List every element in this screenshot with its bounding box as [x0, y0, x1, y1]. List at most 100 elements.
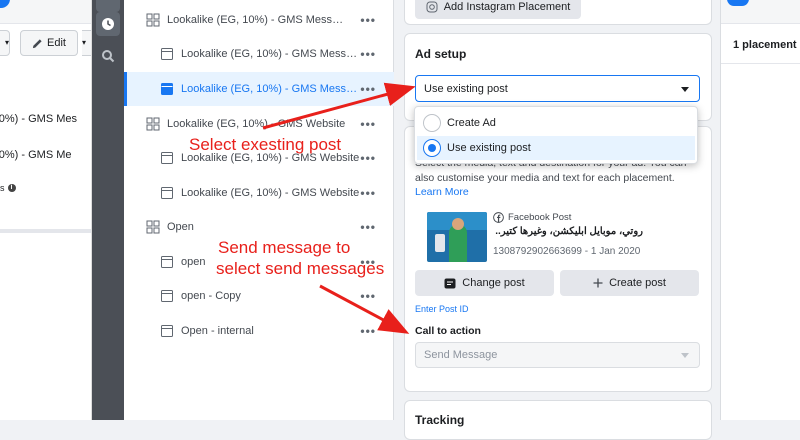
left-toolbar: ▾ Edit ▾	[0, 30, 91, 56]
plus-icon	[593, 278, 603, 288]
right-column-header	[721, 0, 800, 24]
instagram-icon	[426, 1, 438, 13]
ad-setup-select-value: Use existing post	[424, 82, 508, 95]
option-create-ad[interactable]: Create Ad	[417, 111, 695, 135]
tree-item-ad[interactable]: Lookalike (EG, 10%) - GMS Website •••	[124, 176, 394, 210]
add-instagram-placement-label: Add Instagram Placement	[443, 1, 571, 13]
post-thumbnail	[427, 212, 487, 262]
change-post-button[interactable]: Change post	[415, 270, 554, 296]
pencil-icon	[32, 38, 42, 48]
left-pane-row[interactable]: G, 10%) - GMS Mes	[0, 113, 77, 125]
ad-icon	[161, 290, 173, 302]
more-options-icon[interactable]: •••	[360, 82, 376, 96]
left-pane-info-text: ls	[0, 183, 5, 193]
tree-item-label: Lookalike (EG, 10%) - GMS Messages	[167, 14, 347, 26]
left-pane-row[interactable]: G, 10%) - GMS Me	[0, 149, 72, 161]
facebook-icon	[493, 212, 504, 223]
placement-summary: 1 placement	[721, 24, 800, 64]
edit-button[interactable]: Edit	[20, 30, 78, 56]
option-use-existing-post[interactable]: Use existing post	[417, 136, 695, 160]
post-icon	[444, 278, 456, 288]
ad-setup-heading: Ad setup	[415, 47, 467, 61]
option-label: Use existing post	[447, 142, 531, 154]
toggle[interactable]	[727, 0, 749, 6]
more-options-icon[interactable]: •••	[360, 117, 376, 131]
ad-icon	[161, 152, 173, 164]
more-options-icon[interactable]: •••	[360, 324, 376, 338]
more-options-icon[interactable]: •••	[360, 151, 376, 165]
more-options-icon[interactable]: •••	[360, 47, 376, 61]
post-meta: 1308792902663699 - 1 Jan 2020	[493, 246, 641, 257]
post-source: Facebook Post	[493, 212, 571, 223]
adset-grid-icon	[146, 13, 160, 27]
chevron-down-icon	[681, 86, 689, 92]
learn-more-link[interactable]: Learn More	[415, 186, 469, 198]
left-pane: ▾ Edit ▾ G, 10%) - GMS Mes G, 10%) - GMS…	[0, 0, 92, 420]
option-label: Create Ad	[447, 117, 496, 129]
enter-post-id-link[interactable]: Enter Post ID	[415, 304, 469, 314]
tree-item-ad[interactable]: open - Copy •••	[124, 279, 394, 313]
annotation-send-message-line1: Send message to	[218, 238, 351, 257]
instagram-placement-panel: Add Instagram Placement	[404, 0, 712, 25]
more-options-icon[interactable]: •••	[360, 13, 376, 27]
icon-rail	[92, 0, 124, 420]
tree-item-ad-selected[interactable]: Lookalike (EG, 10%) - GMS Messa... •••	[124, 72, 394, 106]
radio-button[interactable]	[423, 114, 441, 132]
divider	[0, 229, 91, 233]
edit-label: Edit	[47, 37, 66, 49]
tree-item-ad[interactable]: Open - internal •••	[124, 314, 394, 348]
chevron-down-icon[interactable]: ▾	[0, 30, 10, 56]
left-pane-header	[0, 0, 91, 24]
creative-panel: Select the media, text and destination f…	[404, 126, 712, 392]
more-options-icon[interactable]: •••	[360, 186, 376, 200]
chevron-down-icon	[681, 353, 689, 358]
annotation-send-message-line2: select send messages	[216, 259, 385, 278]
tree-item-adset[interactable]: Lookalike (EG, 10%) - GMS Messages •••	[124, 3, 394, 37]
more-options-icon[interactable]: •••	[360, 220, 376, 234]
panel-gap	[394, 0, 404, 420]
right-column: 1 placement	[720, 0, 800, 420]
search-button[interactable]	[96, 44, 120, 68]
tree-item-label: Lookalike (EG, 10%) - GMS Website	[181, 187, 360, 199]
annotation-select-post: Select exesting post	[189, 135, 342, 154]
tree-item-label: Open - internal	[181, 325, 254, 337]
more-options-icon[interactable]: •••	[360, 289, 376, 303]
ad-icon	[161, 48, 173, 60]
tracking-panel: Tracking	[404, 400, 712, 440]
edit-menu-chevron-icon[interactable]: ▾	[82, 30, 91, 56]
ad-icon	[161, 187, 173, 199]
ad-icon	[161, 256, 173, 268]
ad-icon	[161, 83, 173, 95]
call-to-action-value: Send Message	[424, 349, 498, 361]
search-icon	[102, 50, 115, 63]
history-button[interactable]	[96, 12, 120, 36]
call-to-action-label: Call to action	[415, 325, 481, 337]
post-source-label: Facebook Post	[508, 212, 572, 223]
post-text: روتي، موبايل ابليكشن، وغيرها كتير.. للبد…	[493, 226, 643, 237]
create-post-label: Create post	[609, 277, 666, 289]
add-instagram-placement-button[interactable]: Add Instagram Placement	[415, 0, 581, 19]
create-post-button[interactable]: Create post	[560, 270, 699, 296]
creative-description-line: also customise your media and text for e…	[415, 172, 675, 184]
rail-button-top[interactable]	[96, 0, 120, 12]
radio-button-selected[interactable]	[423, 139, 441, 157]
tree-item-label: Open	[167, 221, 194, 233]
ad-setup-dropdown: Create Ad Use existing post	[414, 106, 698, 164]
clock-icon	[102, 18, 114, 30]
left-pane-info: ls i	[0, 183, 16, 193]
blue-circle-icon	[0, 0, 10, 8]
tracking-heading: Tracking	[415, 413, 465, 427]
tree-item-ad[interactable]: Lookalike (EG, 10%) - GMS Messa... •••	[124, 37, 394, 71]
info-icon: i	[7, 184, 16, 192]
tree-item-label: open	[181, 256, 206, 268]
placement-count: 1 placement	[733, 39, 797, 51]
change-post-label: Change post	[462, 277, 525, 289]
tree-item-label: open - Copy	[181, 290, 241, 302]
tree-item-label: Lookalike (EG, 10%) - GMS Messa...	[181, 83, 361, 95]
tree-item-label: Lookalike (EG, 10%) - GMS Messa...	[181, 48, 361, 60]
adset-grid-icon	[146, 220, 160, 234]
adset-grid-icon	[146, 117, 160, 131]
call-to-action-select[interactable]: Send Message	[415, 342, 700, 368]
campaign-tree: Lookalike (EG, 10%) - GMS Messages ••• L…	[124, 0, 394, 420]
ad-setup-select[interactable]: Use existing post	[415, 75, 700, 102]
